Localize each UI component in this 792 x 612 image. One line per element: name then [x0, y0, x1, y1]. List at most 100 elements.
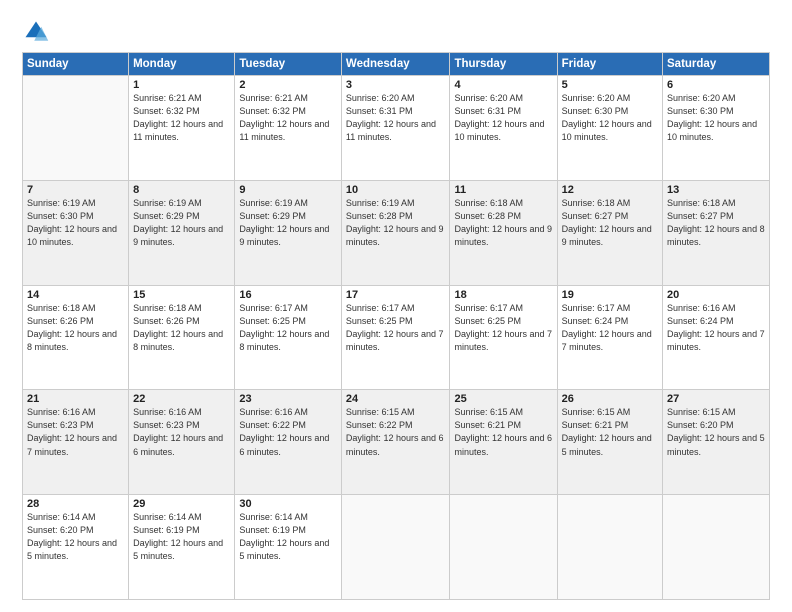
calendar-cell: 22Sunrise: 6:16 AMSunset: 6:23 PMDayligh…: [129, 390, 235, 495]
calendar-cell: 7Sunrise: 6:19 AMSunset: 6:30 PMDaylight…: [23, 180, 129, 285]
day-number: 22: [133, 393, 230, 405]
calendar-cell: 17Sunrise: 6:17 AMSunset: 6:25 PMDayligh…: [341, 285, 450, 390]
day-number: 6: [667, 79, 765, 91]
calendar-week-3: 14Sunrise: 6:18 AMSunset: 6:26 PMDayligh…: [23, 285, 770, 390]
logo-icon: [22, 18, 50, 46]
day-info: Sunrise: 6:20 AMSunset: 6:30 PMDaylight:…: [667, 92, 765, 144]
day-number: 7: [27, 184, 124, 196]
day-info: Sunrise: 6:21 AMSunset: 6:32 PMDaylight:…: [133, 92, 230, 144]
day-info: Sunrise: 6:19 AMSunset: 6:30 PMDaylight:…: [27, 197, 124, 249]
calendar-cell: [663, 495, 770, 600]
day-info: Sunrise: 6:20 AMSunset: 6:31 PMDaylight:…: [346, 92, 446, 144]
day-info: Sunrise: 6:16 AMSunset: 6:24 PMDaylight:…: [667, 302, 765, 354]
logo: [22, 18, 54, 46]
day-number: 5: [562, 79, 658, 91]
day-number: 30: [239, 498, 337, 510]
day-info: Sunrise: 6:14 AMSunset: 6:20 PMDaylight:…: [27, 511, 124, 563]
calendar-cell: 11Sunrise: 6:18 AMSunset: 6:28 PMDayligh…: [450, 180, 557, 285]
calendar-cell: 18Sunrise: 6:17 AMSunset: 6:25 PMDayligh…: [450, 285, 557, 390]
day-number: 18: [454, 289, 552, 301]
calendar-week-1: 1Sunrise: 6:21 AMSunset: 6:32 PMDaylight…: [23, 76, 770, 181]
calendar-cell: [557, 495, 662, 600]
day-info: Sunrise: 6:17 AMSunset: 6:25 PMDaylight:…: [454, 302, 552, 354]
day-info: Sunrise: 6:15 AMSunset: 6:21 PMDaylight:…: [562, 406, 658, 458]
calendar-cell: 6Sunrise: 6:20 AMSunset: 6:30 PMDaylight…: [663, 76, 770, 181]
day-info: Sunrise: 6:19 AMSunset: 6:28 PMDaylight:…: [346, 197, 446, 249]
calendar-cell: 29Sunrise: 6:14 AMSunset: 6:19 PMDayligh…: [129, 495, 235, 600]
day-number: 16: [239, 289, 337, 301]
calendar-cell: 25Sunrise: 6:15 AMSunset: 6:21 PMDayligh…: [450, 390, 557, 495]
calendar-cell: 4Sunrise: 6:20 AMSunset: 6:31 PMDaylight…: [450, 76, 557, 181]
day-number: 4: [454, 79, 552, 91]
calendar-cell: 28Sunrise: 6:14 AMSunset: 6:20 PMDayligh…: [23, 495, 129, 600]
day-info: Sunrise: 6:15 AMSunset: 6:22 PMDaylight:…: [346, 406, 446, 458]
calendar-cell: 8Sunrise: 6:19 AMSunset: 6:29 PMDaylight…: [129, 180, 235, 285]
calendar-cell: 12Sunrise: 6:18 AMSunset: 6:27 PMDayligh…: [557, 180, 662, 285]
col-header-thursday: Thursday: [450, 53, 557, 76]
day-info: Sunrise: 6:17 AMSunset: 6:25 PMDaylight:…: [239, 302, 337, 354]
calendar-header-row: SundayMondayTuesdayWednesdayThursdayFrid…: [23, 53, 770, 76]
calendar-cell: 20Sunrise: 6:16 AMSunset: 6:24 PMDayligh…: [663, 285, 770, 390]
day-number: 29: [133, 498, 230, 510]
day-number: 27: [667, 393, 765, 405]
day-number: 1: [133, 79, 230, 91]
day-number: 2: [239, 79, 337, 91]
day-info: Sunrise: 6:18 AMSunset: 6:28 PMDaylight:…: [454, 197, 552, 249]
calendar-week-5: 28Sunrise: 6:14 AMSunset: 6:20 PMDayligh…: [23, 495, 770, 600]
day-info: Sunrise: 6:18 AMSunset: 6:26 PMDaylight:…: [27, 302, 124, 354]
day-info: Sunrise: 6:15 AMSunset: 6:20 PMDaylight:…: [667, 406, 765, 458]
calendar-cell: 24Sunrise: 6:15 AMSunset: 6:22 PMDayligh…: [341, 390, 450, 495]
day-number: 10: [346, 184, 446, 196]
col-header-wednesday: Wednesday: [341, 53, 450, 76]
day-number: 17: [346, 289, 446, 301]
day-number: 19: [562, 289, 658, 301]
day-number: 11: [454, 184, 552, 196]
calendar-cell: 26Sunrise: 6:15 AMSunset: 6:21 PMDayligh…: [557, 390, 662, 495]
calendar-cell: 10Sunrise: 6:19 AMSunset: 6:28 PMDayligh…: [341, 180, 450, 285]
day-info: Sunrise: 6:19 AMSunset: 6:29 PMDaylight:…: [239, 197, 337, 249]
day-number: 3: [346, 79, 446, 91]
calendar-week-4: 21Sunrise: 6:16 AMSunset: 6:23 PMDayligh…: [23, 390, 770, 495]
day-number: 23: [239, 393, 337, 405]
day-info: Sunrise: 6:20 AMSunset: 6:30 PMDaylight:…: [562, 92, 658, 144]
day-info: Sunrise: 6:14 AMSunset: 6:19 PMDaylight:…: [239, 511, 337, 563]
calendar-cell: 5Sunrise: 6:20 AMSunset: 6:30 PMDaylight…: [557, 76, 662, 181]
day-info: Sunrise: 6:14 AMSunset: 6:19 PMDaylight:…: [133, 511, 230, 563]
day-info: Sunrise: 6:18 AMSunset: 6:27 PMDaylight:…: [667, 197, 765, 249]
calendar-cell: 23Sunrise: 6:16 AMSunset: 6:22 PMDayligh…: [235, 390, 342, 495]
calendar-cell: [341, 495, 450, 600]
col-header-sunday: Sunday: [23, 53, 129, 76]
calendar-cell: [450, 495, 557, 600]
day-number: 9: [239, 184, 337, 196]
calendar-table: SundayMondayTuesdayWednesdayThursdayFrid…: [22, 52, 770, 600]
day-info: Sunrise: 6:18 AMSunset: 6:27 PMDaylight:…: [562, 197, 658, 249]
day-number: 13: [667, 184, 765, 196]
day-info: Sunrise: 6:19 AMSunset: 6:29 PMDaylight:…: [133, 197, 230, 249]
day-number: 24: [346, 393, 446, 405]
col-header-saturday: Saturday: [663, 53, 770, 76]
calendar-cell: 30Sunrise: 6:14 AMSunset: 6:19 PMDayligh…: [235, 495, 342, 600]
calendar-cell: 9Sunrise: 6:19 AMSunset: 6:29 PMDaylight…: [235, 180, 342, 285]
day-info: Sunrise: 6:16 AMSunset: 6:23 PMDaylight:…: [133, 406, 230, 458]
day-number: 28: [27, 498, 124, 510]
day-number: 15: [133, 289, 230, 301]
day-number: 25: [454, 393, 552, 405]
day-info: Sunrise: 6:20 AMSunset: 6:31 PMDaylight:…: [454, 92, 552, 144]
day-info: Sunrise: 6:17 AMSunset: 6:25 PMDaylight:…: [346, 302, 446, 354]
calendar-cell: 21Sunrise: 6:16 AMSunset: 6:23 PMDayligh…: [23, 390, 129, 495]
day-info: Sunrise: 6:16 AMSunset: 6:22 PMDaylight:…: [239, 406, 337, 458]
day-number: 26: [562, 393, 658, 405]
col-header-tuesday: Tuesday: [235, 53, 342, 76]
day-number: 12: [562, 184, 658, 196]
day-number: 21: [27, 393, 124, 405]
day-info: Sunrise: 6:15 AMSunset: 6:21 PMDaylight:…: [454, 406, 552, 458]
col-header-friday: Friday: [557, 53, 662, 76]
calendar-cell: 14Sunrise: 6:18 AMSunset: 6:26 PMDayligh…: [23, 285, 129, 390]
day-info: Sunrise: 6:16 AMSunset: 6:23 PMDaylight:…: [27, 406, 124, 458]
day-number: 8: [133, 184, 230, 196]
calendar-cell: 16Sunrise: 6:17 AMSunset: 6:25 PMDayligh…: [235, 285, 342, 390]
calendar-week-2: 7Sunrise: 6:19 AMSunset: 6:30 PMDaylight…: [23, 180, 770, 285]
calendar-cell: 13Sunrise: 6:18 AMSunset: 6:27 PMDayligh…: [663, 180, 770, 285]
calendar-cell: 15Sunrise: 6:18 AMSunset: 6:26 PMDayligh…: [129, 285, 235, 390]
col-header-monday: Monday: [129, 53, 235, 76]
